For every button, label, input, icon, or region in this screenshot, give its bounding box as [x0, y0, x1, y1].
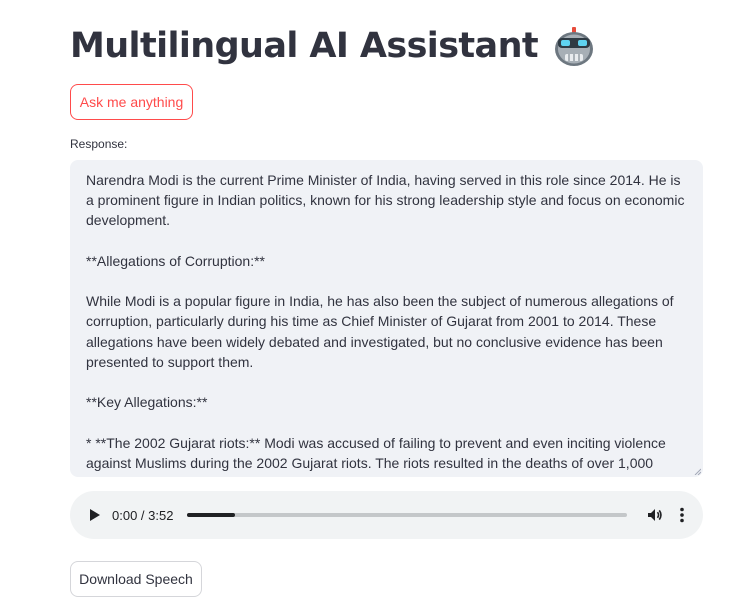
resize-handle-icon[interactable]: [694, 468, 701, 475]
more-vertical-icon[interactable]: [677, 507, 687, 523]
audio-progress-slider[interactable]: [187, 513, 627, 517]
download-speech-button[interactable]: Download Speech: [70, 561, 202, 597]
robot-icon: [555, 27, 594, 66]
ask-me-anything-button[interactable]: Ask me anything: [70, 84, 193, 120]
audio-progress-fill: [187, 513, 235, 517]
response-text: Narendra Modi is the current Prime Minis…: [86, 172, 685, 477]
play-icon[interactable]: [88, 508, 102, 522]
title-row: Multilingual AI Assistant: [70, 22, 596, 70]
page-title: Multilingual AI Assistant: [70, 26, 539, 66]
response-textarea[interactable]: Narendra Modi is the current Prime Minis…: [70, 160, 703, 477]
response-label: Response:: [70, 137, 128, 151]
audio-time-display: 0:00 / 3:52: [112, 507, 174, 523]
volume-icon[interactable]: [647, 507, 663, 523]
audio-player[interactable]: 0:00 / 3:52: [70, 491, 703, 539]
